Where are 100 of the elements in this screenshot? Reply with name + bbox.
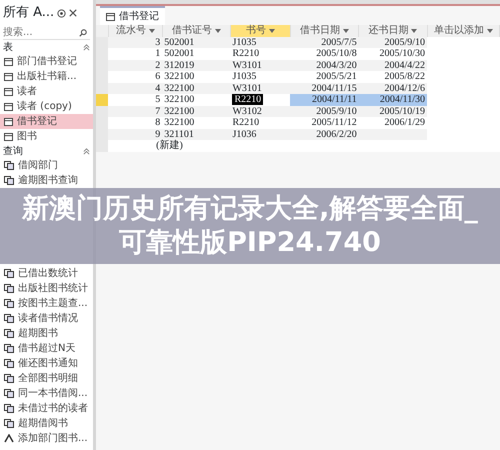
dropdown-arrow-icon[interactable] — [148, 28, 155, 33]
nav-item[interactable]: 借书登记 — [0, 114, 93, 129]
table-cell: 2004/11/30 — [358, 94, 428, 106]
table-icon — [4, 118, 13, 126]
table-cell: J1036 — [230, 128, 290, 140]
table-cell: 322100 — [162, 117, 230, 128]
column-header[interactable]: 流水号 — [108, 25, 162, 36]
group-header[interactable]: 表 — [0, 40, 93, 54]
column-header[interactable]: 还书日期 — [358, 25, 428, 36]
new-record-selector[interactable] — [96, 140, 108, 152]
table-cell: 2005/9/10 — [290, 106, 359, 117]
record-selector[interactable] — [96, 94, 108, 106]
table-cell: 2 — [108, 60, 162, 71]
table-cell: 322100 — [162, 94, 230, 106]
table-cell: 2005/8/22 — [358, 71, 428, 82]
table-cell: 5 — [108, 94, 162, 106]
nav-item[interactable]: 读者借书情况 — [0, 311, 93, 326]
new-record-row[interactable]: (新建) — [108, 140, 230, 152]
table-cell: 2006/1/29 — [358, 117, 428, 128]
table-cell: 2006/2/20 — [290, 128, 359, 140]
table-cell: 2004/12/6 — [358, 82, 428, 94]
record-selector[interactable] — [96, 106, 108, 117]
close-icon[interactable] — [69, 9, 78, 17]
table-cell: 1 — [108, 48, 162, 60]
dropdown-arrow-icon[interactable] — [411, 28, 418, 33]
nav-item[interactable]: 部门借书登记 — [0, 54, 93, 69]
nav-item[interactable]: 未借过书的读者 — [0, 401, 93, 416]
select-all-corner[interactable] — [96, 25, 108, 36]
table-cell: W3101 — [230, 60, 290, 71]
table-icon — [4, 102, 13, 110]
table-cell: 2004/3/20 — [290, 60, 359, 71]
nav-item[interactable]: 超期借阅书 — [0, 416, 93, 431]
headline-banner: 新澳门历史所有记录大全,解答要全面_可靠性版PIP24.740 — [0, 188, 500, 264]
nav-item[interactable]: 超期图书 — [0, 326, 93, 341]
table-icon — [4, 72, 13, 80]
table-cell: 312019 — [162, 60, 230, 71]
table-cell: 8 — [108, 117, 162, 128]
nav-item[interactable]: 全部图书明细 — [0, 371, 93, 386]
dropdown-arrow-icon[interactable] — [486, 28, 493, 33]
nav-item[interactable]: 读者 — [0, 84, 93, 99]
dropdown-arrow-icon[interactable] — [268, 28, 275, 33]
table-cell: 322100 — [162, 106, 230, 117]
table-cell: W3102 — [230, 106, 290, 117]
search-icon — [79, 28, 87, 36]
table-cell: R2210 — [230, 48, 290, 60]
nav-item[interactable]: 逾期图书查询 — [0, 173, 93, 188]
table-cell: 502001 — [162, 36, 230, 48]
nav-item[interactable]: 借阅部门 — [0, 158, 93, 173]
table-cell: 3 — [108, 36, 162, 48]
collapse-icon[interactable] — [83, 148, 90, 154]
selected-cell[interactable]: R2210 — [232, 94, 264, 106]
nav-item[interactable]: 出版社图书统计 — [0, 281, 93, 296]
pane-menu-icon[interactable] — [57, 8, 66, 18]
nav-item[interactable]: 读者 (copy) — [0, 99, 93, 114]
nav-item[interactable]: 同一本书借阅... — [0, 386, 93, 401]
table-cell: 2005/10/30 — [358, 48, 428, 60]
dropdown-arrow-icon[interactable] — [343, 28, 350, 33]
pane-title: 所有 A... — [3, 4, 54, 22]
table-cell: 2004/11/15 — [290, 82, 359, 94]
table-cell: 4 — [108, 82, 162, 94]
document-tab[interactable]: 借书登记 — [100, 6, 165, 25]
group-header[interactable]: 查询 — [0, 144, 93, 158]
collapse-icon[interactable] — [83, 44, 90, 50]
column-header[interactable]: 借书日期 — [290, 25, 359, 36]
table-cell: 502001 — [162, 48, 230, 60]
nav-item[interactable]: 按图书主题查... — [0, 296, 93, 311]
table-cell: J1035 — [230, 36, 290, 48]
nav-item[interactable]: 催还图书通知 — [0, 356, 93, 371]
table-cell: 322100 — [162, 82, 230, 94]
column-header[interactable]: 书号 — [230, 25, 290, 36]
search-field[interactable]: 搜索... — [3, 25, 79, 40]
table-cell: J1035 — [230, 71, 290, 82]
table-cell: 2005/7/5 — [290, 36, 359, 48]
nav-item[interactable]: 添加部门图书... — [0, 431, 93, 446]
table-cell: R2210 — [230, 117, 290, 128]
table-cell: 2005/10/19 — [358, 106, 428, 117]
nav-item[interactable]: 借书超过N天 — [0, 341, 93, 356]
table-cell: 321101 — [162, 128, 230, 140]
column-header[interactable]: 单击以添加 — [427, 25, 500, 36]
table-cell: 2004/11/11 — [290, 94, 359, 106]
nav-item[interactable]: 出版社书籍... — [0, 69, 93, 84]
nav-item[interactable]: 图书 — [0, 129, 93, 144]
action-icon — [4, 434, 14, 443]
column-header[interactable]: 借书证号 — [162, 25, 230, 36]
table-cell: 2004/4/22 — [358, 60, 428, 71]
dropdown-arrow-icon[interactable] — [214, 28, 221, 33]
table-cell: 9 — [108, 128, 162, 140]
record-selector[interactable] — [96, 36, 108, 48]
table-icon — [4, 88, 13, 96]
table-icon — [4, 58, 13, 66]
table-cell: W3101 — [230, 82, 290, 94]
table-cell: 2005/10/8 — [290, 48, 359, 60]
table-cell: 2005/11/12 — [290, 117, 359, 128]
table-cell: 7 — [108, 106, 162, 117]
nav-item[interactable]: 已借出数统计 — [0, 266, 93, 281]
table-cell: 322100 — [162, 71, 230, 82]
table-cell: 2005/9/10 — [358, 36, 428, 48]
table-cell: 2005/5/21 — [290, 71, 359, 82]
table-icon — [106, 12, 115, 20]
record-selector[interactable] — [96, 82, 108, 94]
